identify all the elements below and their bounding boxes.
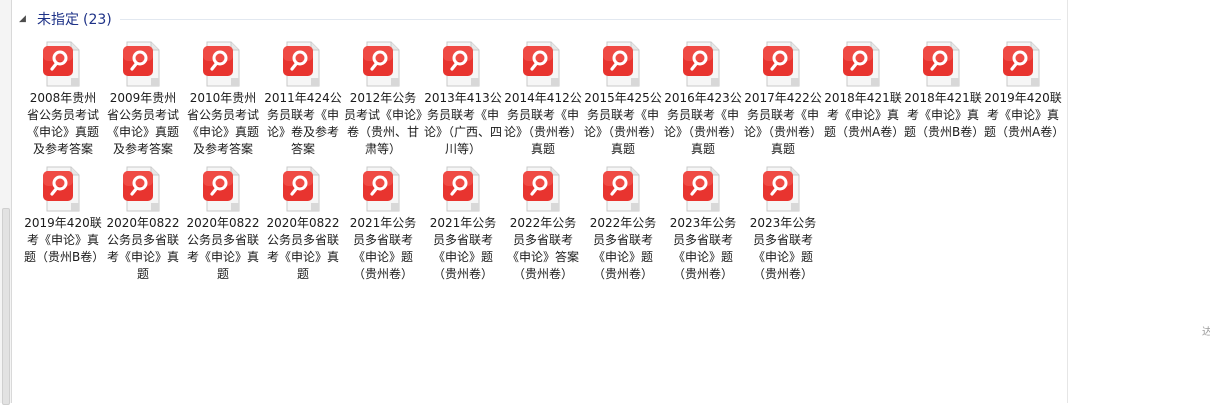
- file-grid: 2008年贵州省公务员考试《申论》真题及参考答案 2009年贵州省公务员考试《申…: [23, 36, 1068, 286]
- pdf-file-icon: [923, 40, 963, 88]
- pdf-file-icon: [363, 40, 403, 88]
- pdf-file-icon: [123, 165, 163, 213]
- pane-divider: [1067, 0, 1068, 403]
- file-name: 2020年0822公务员多省联考《申论》真题: [266, 216, 340, 281]
- file-name: 2014年412公务员联考《申论》（贵州卷）真题: [504, 91, 582, 156]
- file-name: 2011年424公务员联考《申论》卷及参考答案: [264, 91, 342, 156]
- file-name: 2020年0822公务员多省联考《申论》真题: [186, 216, 260, 281]
- file-name: 2010年贵州省公务员考试《申论》真题及参考答案: [186, 91, 259, 156]
- file-name: 2023年公务员多省联考《申论》题（贵州卷）: [669, 216, 737, 281]
- file-item[interactable]: 2020年0822公务员多省联考《申论》真题: [263, 161, 343, 286]
- pdf-file-icon: [443, 165, 483, 213]
- pdf-file-icon: [363, 165, 403, 213]
- file-item[interactable]: 2019年420联考《申论》真题（贵州A卷）: [983, 36, 1063, 161]
- pdf-file-icon: [683, 40, 723, 88]
- file-item[interactable]: 2018年421联考《申论》真题（贵州A卷）: [823, 36, 903, 161]
- file-item[interactable]: 2009年贵州省公务员考试《申论》真题及参考答案: [103, 36, 183, 161]
- pdf-file-icon: [523, 165, 563, 213]
- pdf-file-icon: [603, 165, 643, 213]
- pdf-file-icon: [283, 165, 323, 213]
- pdf-file-icon: [203, 165, 243, 213]
- file-name: 2019年420联考《申论》真题（贵州A卷）: [984, 91, 1062, 139]
- file-view: ◢ 未指定 (23) 2008年贵州省公务员考试《申论》真题及参考答案 2009…: [11, 0, 1068, 403]
- group-divider: [119, 18, 1061, 20]
- file-name: 2022年公务员多省联考《申论》答案（贵州卷）: [506, 216, 579, 281]
- file-name: 2009年贵州省公务员考试《申论》真题及参考答案: [106, 91, 179, 156]
- file-name: 2015年425公务员联考《申论》（贵州卷）真题: [584, 91, 662, 156]
- pdf-file-icon: [43, 40, 83, 88]
- file-item[interactable]: 2022年公务员多省联考《申论》答案（贵州卷）: [503, 161, 583, 286]
- file-item[interactable]: 2023年公务员多省联考《申论》题（贵州卷）: [663, 161, 743, 286]
- chevron-down-icon[interactable]: ◢: [19, 14, 33, 24]
- file-name: 2021年公务员多省联考《申论》题（贵州卷）: [429, 216, 497, 281]
- pdf-file-icon: [123, 40, 163, 88]
- file-name: 2018年421联考《申论》真题（贵州B卷）: [904, 91, 982, 139]
- file-item[interactable]: 2020年0822公务员多省联考《申论》真题: [183, 161, 263, 286]
- file-item[interactable]: 2021年公务员多省联考《申论》题（贵州卷）: [423, 161, 503, 286]
- file-item[interactable]: 2019年420联考《申论》真题（贵州B卷）: [23, 161, 103, 286]
- file-name: 2013年413公务员联考《申论》（广西、四川等）: [424, 91, 502, 156]
- pdf-file-icon: [763, 40, 803, 88]
- pdf-file-icon: [603, 40, 643, 88]
- file-name: 2012年公务员考试《申论》卷（贵州、甘肃等）: [344, 91, 422, 156]
- file-item[interactable]: 2022年公务员多省联考《申论》题（贵州卷）: [583, 161, 663, 286]
- file-name: 2008年贵州省公务员考试《申论》真题及参考答案: [26, 91, 99, 156]
- edge-text: 达: [1202, 327, 1210, 338]
- scrollbar-thumb[interactable]: [2, 208, 10, 405]
- file-item[interactable]: 2013年413公务员联考《申论》（广西、四川等）: [423, 36, 503, 161]
- file-item[interactable]: 2017年422公务员联考《申论》（贵州卷）真题: [743, 36, 823, 161]
- group-title: 未指定 (23): [37, 9, 112, 29]
- pdf-file-icon: [1003, 40, 1043, 88]
- file-item[interactable]: 2018年421联考《申论》真题（贵州B卷）: [903, 36, 983, 161]
- file-name: 2020年0822公务员多省联考《申论》真题: [106, 216, 180, 281]
- pdf-file-icon: [763, 165, 803, 213]
- pdf-file-icon: [43, 165, 83, 213]
- pdf-file-icon: [843, 40, 883, 88]
- group-count: (23): [83, 12, 112, 28]
- file-item[interactable]: 2023年公务员多省联考《申论》题（贵州卷）: [743, 161, 823, 286]
- pdf-file-icon: [203, 40, 243, 88]
- file-name: 2016年423公务员联考《申论》（贵州卷）真题: [664, 91, 742, 156]
- file-item[interactable]: 2008年贵州省公务员考试《申论》真题及参考答案: [23, 36, 103, 161]
- file-item[interactable]: 2016年423公务员联考《申论》（贵州卷）真题: [663, 36, 743, 161]
- group-title-text: 未指定: [37, 12, 79, 28]
- file-name: 2017年422公务员联考《申论》（贵州卷）真题: [744, 91, 822, 156]
- file-name: 2019年420联考《申论》真题（贵州B卷）: [24, 216, 102, 264]
- file-item[interactable]: 2014年412公务员联考《申论》（贵州卷）真题: [503, 36, 583, 161]
- file-name: 2023年公务员多省联考《申论》题（贵州卷）: [749, 216, 817, 281]
- pdf-file-icon: [683, 165, 723, 213]
- file-item[interactable]: 2015年425公务员联考《申论》（贵州卷）真题: [583, 36, 663, 161]
- file-item[interactable]: 2011年424公务员联考《申论》卷及参考答案: [263, 36, 343, 161]
- file-item[interactable]: 2012年公务员考试《申论》卷（贵州、甘肃等）: [343, 36, 423, 161]
- file-item[interactable]: 2010年贵州省公务员考试《申论》真题及参考答案: [183, 36, 263, 161]
- file-name: 2018年421联考《申论》真题（贵州A卷）: [824, 91, 902, 139]
- pdf-file-icon: [523, 40, 563, 88]
- file-name: 2022年公务员多省联考《申论》题（贵州卷）: [589, 216, 657, 281]
- file-item[interactable]: 2021年公务员多省联考《申论》题（贵州卷）: [343, 161, 423, 286]
- pdf-file-icon: [443, 40, 483, 88]
- group-header[interactable]: ◢ 未指定 (23): [11, 8, 1061, 30]
- file-name: 2021年公务员多省联考《申论》题（贵州卷）: [349, 216, 417, 281]
- pdf-file-icon: [283, 40, 323, 88]
- file-item[interactable]: 2020年0822公务员多省联考《申论》真题: [103, 161, 183, 286]
